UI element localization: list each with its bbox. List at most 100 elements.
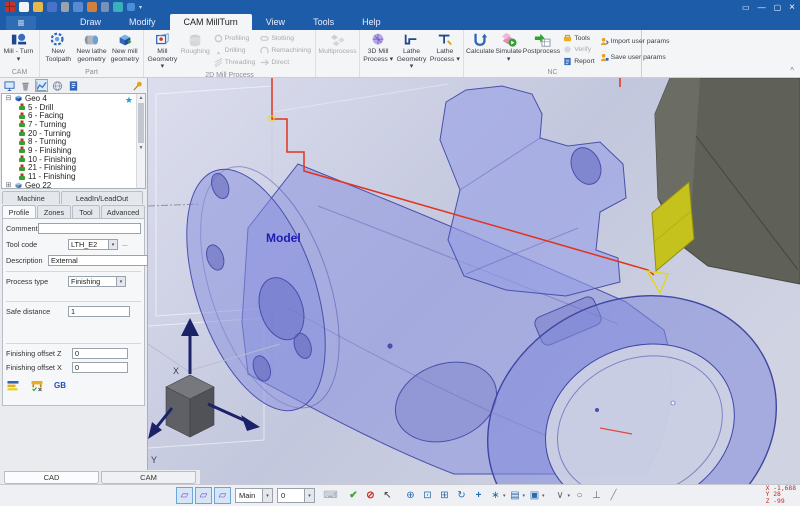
chevron-down-icon[interactable]: ▾ xyxy=(108,240,117,249)
toolpath-manager-icon[interactable] xyxy=(35,79,48,92)
quick-access-more-icon[interactable]: ▾ xyxy=(139,4,142,11)
tree-op-10-finishing[interactable]: 10 - Finishing xyxy=(2,155,145,164)
chevron-down-icon[interactable]: ▾ xyxy=(304,489,314,502)
workplane-2-button[interactable]: ▱ xyxy=(195,487,212,504)
circle-snap-icon[interactable]: ○ xyxy=(572,490,587,501)
chevron-down-icon[interactable]: ▾ xyxy=(542,493,545,499)
confirm-icon[interactable]: ✔ xyxy=(346,490,361,501)
tree-op-11-finishing[interactable]: 11 - Finishing xyxy=(2,172,145,181)
lathe-geometry-button[interactable]: Lathe Geometry ▾ xyxy=(395,31,427,71)
zoom-fit-icon[interactable]: ⊞ xyxy=(437,490,452,501)
pan-view-icon[interactable]: + xyxy=(471,490,486,501)
lathe-process-button[interactable]: Lathe Process ▾ xyxy=(429,31,461,71)
undo-icon[interactable] xyxy=(73,2,83,12)
pin-panel-icon[interactable] xyxy=(131,79,144,92)
roughing-button[interactable]: Roughing xyxy=(180,31,211,71)
open-file-icon[interactable] xyxy=(33,2,43,12)
tab-leadin-leadout[interactable]: LeadIn/LeadOut xyxy=(61,191,143,204)
tab-cam-millturn[interactable]: CAM MillTurn xyxy=(170,14,252,30)
import-user-params-button[interactable]: Import user params xyxy=(600,37,670,46)
tab-profile[interactable]: Profile xyxy=(2,205,36,218)
tab-advanced[interactable]: Advanced xyxy=(101,205,145,218)
show-on-screen-icon[interactable] xyxy=(3,79,16,92)
maximize-button[interactable]: ▢ xyxy=(774,3,782,12)
collapse-icon[interactable]: ⊟ xyxy=(5,94,12,102)
refresh-icon[interactable] xyxy=(113,2,123,12)
report-view-icon[interactable] xyxy=(67,79,80,92)
new-toolpath-button[interactable]: New Toolpath xyxy=(42,31,74,68)
chevron-down-icon[interactable]: ▾ xyxy=(262,489,272,502)
tool-code-select[interactable]: LTH_E2▾ xyxy=(68,239,118,250)
iso-view-icon[interactable]: ∗ xyxy=(488,490,503,501)
safe-distance-input[interactable] xyxy=(68,306,130,317)
tab-zones[interactable]: Zones xyxy=(37,205,71,218)
chevron-down-icon[interactable]: ▾ xyxy=(523,493,526,499)
perpendicular-snap-icon[interactable]: ⊥ xyxy=(589,490,604,501)
scroll-thumb[interactable] xyxy=(138,103,144,143)
tab-tools[interactable]: Tools xyxy=(299,14,348,30)
collapse-ribbon-icon[interactable]: ^ xyxy=(790,66,794,75)
close-button[interactable]: × xyxy=(789,2,795,13)
minimize-button[interactable]: — xyxy=(758,3,766,12)
chevron-down-icon[interactable]: ▾ xyxy=(568,493,571,499)
tab-draw[interactable]: Draw xyxy=(66,14,115,30)
new-lathe-geometry-button[interactable]: New lathe geometry xyxy=(75,31,107,68)
save-icon[interactable] xyxy=(47,2,57,12)
viewport-canvas[interactable]: X Y Model xyxy=(148,78,800,484)
3d-mill-process-button[interactable]: 3D Mill Process ▾ xyxy=(362,31,394,71)
file-menu-icon[interactable]: ≡ xyxy=(6,16,36,30)
keyboard-entry-icon[interactable]: ⌨ xyxy=(323,490,338,501)
tab-help[interactable]: Help xyxy=(348,14,395,30)
print-icon[interactable] xyxy=(61,2,69,12)
drilling-button[interactable]: Drilling xyxy=(214,46,256,55)
tab-cam[interactable]: CAM xyxy=(101,471,196,484)
tree-node-geo22[interactable]: ⊞ Geo 22 xyxy=(2,181,145,189)
description-input[interactable] xyxy=(48,255,148,266)
chevron-down-icon[interactable]: ▾ xyxy=(503,493,506,499)
tool-code-more-button[interactable]: ... xyxy=(120,240,130,249)
delete-icon[interactable] xyxy=(19,79,32,92)
machine-preview-icon[interactable] xyxy=(30,379,44,392)
graphics-viewport[interactable]: X Y Model xyxy=(148,78,800,484)
sync-icon[interactable] xyxy=(127,3,135,11)
tree-op-21-finishing[interactable]: 21 - Finishing xyxy=(2,164,145,173)
toolpath-colors-icon[interactable] xyxy=(6,379,20,392)
tab-tool[interactable]: Tool xyxy=(72,205,100,218)
stop-icon[interactable]: ⊘ xyxy=(363,490,378,501)
tree-op-20-turning[interactable]: 20 - Turning xyxy=(2,129,145,138)
calculate-button[interactable]: Calculate xyxy=(466,31,494,68)
ribbon-display-icon[interactable]: ▭ xyxy=(742,3,750,12)
slotting-button[interactable]: Slotting xyxy=(260,34,311,43)
tree-op-8-turning[interactable]: 8 - Turning xyxy=(2,137,145,146)
process-type-select[interactable]: Finishing▾ xyxy=(68,276,126,287)
machine-setup-icon[interactable] xyxy=(51,79,64,92)
chevron-down-icon[interactable]: ▾ xyxy=(116,277,125,286)
tab-cad[interactable]: CAD xyxy=(4,471,99,484)
tree-op-7-turning[interactable]: 7 - Turning xyxy=(2,120,145,129)
tab-modify[interactable]: Modify xyxy=(115,14,170,30)
new-mill-geometry-button[interactable]: New mill geometry xyxy=(109,31,141,68)
plane-select[interactable]: Main▾ xyxy=(235,488,273,503)
postprocess-button[interactable]: Postprocess xyxy=(523,31,560,68)
mill-geometry-button[interactable]: Mill Geometry ▾ xyxy=(146,31,179,71)
remachining-button[interactable]: Remachining xyxy=(260,46,311,55)
scroll-down-icon[interactable]: ▼ xyxy=(139,145,144,151)
view-orientation-icon[interactable]: ∨ xyxy=(553,490,568,501)
simulate-button[interactable]: Simulate ▾ xyxy=(495,31,521,68)
settings-icon[interactable] xyxy=(101,2,109,12)
redo-icon[interactable] xyxy=(87,2,97,12)
line-snap-icon[interactable]: ╱ xyxy=(606,490,621,501)
multiprocess-button[interactable]: Multiprocess xyxy=(318,31,357,68)
new-file-icon[interactable] xyxy=(19,2,29,12)
nc-verify-button[interactable]: Verify xyxy=(563,45,594,54)
mill-turn-button[interactable]: Mill - Turn ▾ xyxy=(2,31,35,68)
finishing-offset-x-input[interactable] xyxy=(72,362,128,373)
copy-view-icon[interactable]: ▣ xyxy=(527,490,542,501)
workplane-3-button[interactable]: ▱ xyxy=(214,487,231,504)
tree-op-6-facing[interactable]: 6 - Facing xyxy=(2,111,145,120)
zoom-window-icon[interactable]: ⊡ xyxy=(420,490,435,501)
threading-button[interactable]: Threading xyxy=(214,58,256,67)
layers-icon[interactable]: ▤ xyxy=(508,490,523,501)
workplane-1-button[interactable]: ▱ xyxy=(176,487,193,504)
tree-scrollbar[interactable]: ▲ ▼ xyxy=(136,94,145,188)
